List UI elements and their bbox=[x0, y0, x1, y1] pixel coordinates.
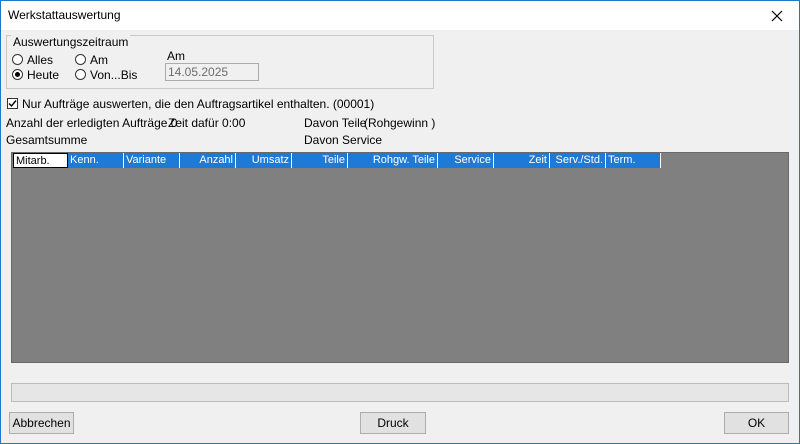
total-text: Gesamtsumme bbox=[6, 133, 88, 147]
service-text: Davon Service bbox=[304, 133, 383, 147]
date-label: Am bbox=[167, 49, 185, 63]
radio-all-label: Alles bbox=[27, 53, 54, 67]
radio-today[interactable] bbox=[12, 69, 23, 80]
column-header-count[interactable]: Anzahl bbox=[180, 153, 236, 168]
column-header-revenue[interactable]: Umsatz bbox=[236, 153, 292, 168]
radio-all[interactable] bbox=[12, 54, 23, 65]
time-text: Zeit dafür 0:00 bbox=[168, 116, 246, 130]
parts-text: Davon Teile bbox=[304, 116, 367, 130]
filter-checkbox[interactable] bbox=[7, 98, 18, 109]
window-title: Werkstattauswertung bbox=[8, 8, 121, 22]
column-header-parts[interactable]: Teile bbox=[292, 153, 348, 168]
ok-button[interactable]: OK bbox=[724, 412, 789, 434]
gross-profit-text: (Rohgewinn ) bbox=[364, 116, 436, 130]
check-icon bbox=[8, 100, 17, 108]
column-header-service[interactable]: Service bbox=[438, 153, 494, 168]
column-header-time[interactable]: Zeit bbox=[494, 153, 550, 168]
column-header-employee[interactable]: Mitarb. bbox=[13, 153, 68, 168]
radio-on-date-label: Am bbox=[90, 53, 108, 67]
results-table[interactable]: Mitarb. Kenn. Variante Anzahl Umsatz Tei… bbox=[11, 152, 789, 363]
cancel-button[interactable]: Abbrechen bbox=[9, 412, 74, 434]
orders-done-text: Anzahl der erledigten Aufträge 0 bbox=[6, 116, 178, 130]
close-icon[interactable] bbox=[754, 1, 799, 30]
column-header-code[interactable]: Kenn. bbox=[68, 153, 124, 168]
print-button[interactable]: Druck bbox=[360, 412, 426, 434]
column-header-gross-parts[interactable]: Rohgw. Teile bbox=[348, 153, 438, 168]
filter-label: Nur Aufträge auswerten, die den Auftrags… bbox=[22, 97, 375, 111]
radio-today-label: Heute bbox=[27, 68, 60, 82]
period-legend: Auswertungszeitraum bbox=[11, 35, 131, 49]
progress-bar bbox=[11, 383, 789, 402]
radio-range[interactable] bbox=[75, 69, 86, 80]
radio-range-label: Von...Bis bbox=[90, 68, 138, 82]
date-field[interactable]: 14.05.2025 bbox=[165, 63, 259, 81]
title-bar: Werkstattauswertung bbox=[1, 1, 799, 30]
column-header-term[interactable]: Term. bbox=[606, 153, 661, 168]
column-header-variant[interactable]: Variante bbox=[124, 153, 180, 168]
column-header-service-per-hour[interactable]: Serv./Std. bbox=[550, 153, 606, 168]
radio-on-date[interactable] bbox=[75, 54, 86, 65]
